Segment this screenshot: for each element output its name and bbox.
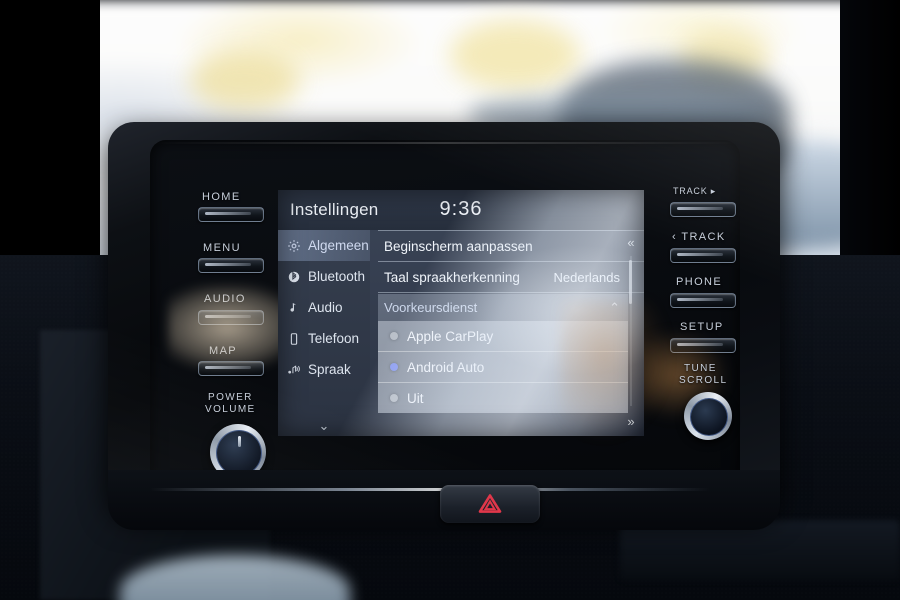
bezel-highlight: [152, 142, 738, 144]
sidebar-item-algemeen[interactable]: Algemeen: [278, 230, 370, 261]
infotainment-touchscreen[interactable]: Instellingen 9:36 Algemeen Bluetooth Aud…: [278, 190, 644, 436]
tune-scroll-label-line1: TUNE: [684, 363, 717, 374]
chrome-trim-strip: [150, 488, 710, 491]
track-back-button-label: ‹ TRACK: [672, 231, 726, 243]
sidebar-item-label: Algemeen: [308, 238, 369, 253]
voorkeursdienst-header[interactable]: Voorkeursdienst ⌃: [378, 294, 628, 321]
sidebar-item-spraak[interactable]: Spraak: [278, 354, 370, 385]
chevron-up-icon[interactable]: ⌃: [609, 300, 620, 316]
group-label: Voorkeursdienst: [384, 300, 478, 315]
background-blur-blob: [450, 20, 580, 90]
voice-icon: [287, 363, 301, 377]
scrollbar-thumb[interactable]: [629, 260, 632, 304]
sidebar-item-label: Audio: [308, 300, 343, 315]
phone-button[interactable]: [670, 293, 736, 308]
a-pillar-right: [840, 0, 900, 290]
track-back-button[interactable]: [670, 248, 736, 263]
option-label: Apple CarPlay: [407, 328, 494, 344]
map-button[interactable]: [198, 361, 264, 376]
voorkeursdienst-group: Voorkeursdienst ⌃ Apple CarPlay Android …: [378, 294, 628, 413]
knob-face: [690, 398, 728, 436]
track-forward-button[interactable]: [670, 202, 736, 217]
hazard-warning-button[interactable]: [440, 485, 540, 523]
scroll-down-icon[interactable]: »: [621, 415, 641, 428]
hazard-triangle-icon: [478, 494, 502, 513]
screen-header: Instellingen 9:36: [278, 190, 644, 230]
settings-list: Beginscherm aanpassen Taal spraakherkenn…: [370, 230, 644, 436]
sidebar-item-label: Spraak: [308, 362, 351, 377]
car-interior-photo: HOME MENU AUDIO MAP POWER VOLUME TRACK ▸…: [0, 0, 900, 600]
radio-dot: [390, 394, 398, 402]
background-blur-blob: [190, 50, 300, 110]
track-forward-button-label: TRACK ▸: [673, 186, 717, 196]
bluetooth-icon: [287, 270, 301, 284]
radio-dot: [390, 332, 398, 340]
setup-button[interactable]: [670, 338, 736, 353]
music-note-icon: [287, 301, 301, 315]
phone-icon: [287, 332, 301, 346]
screen-body: Algemeen Bluetooth Audio Telefoon Spraak…: [278, 230, 644, 436]
scroll-up-icon[interactable]: «: [621, 236, 641, 249]
setup-button-label: SETUP: [680, 321, 724, 333]
home-button[interactable]: [198, 207, 264, 222]
row-label: Beginscherm aanpassen: [384, 238, 533, 254]
settings-sidebar: Algemeen Bluetooth Audio Telefoon Spraak…: [278, 230, 370, 436]
knob-indicator-mark: [237, 436, 241, 447]
sidebar-item-telefoon[interactable]: Telefoon: [278, 323, 370, 354]
menu-button[interactable]: [198, 258, 264, 273]
tune-scroll-knob[interactable]: [684, 392, 732, 440]
gear-icon: [287, 239, 301, 253]
scroll-rail: « »: [621, 230, 641, 436]
option-apple-carplay[interactable]: Apple CarPlay: [378, 321, 628, 352]
list-item-beginscherm-aanpassen[interactable]: Beginscherm aanpassen: [378, 230, 644, 262]
option-uit[interactable]: Uit: [378, 383, 628, 413]
power-volume-label-line2: VOLUME: [205, 404, 256, 415]
audio-button[interactable]: [198, 310, 264, 325]
map-button-label: MAP: [209, 345, 238, 357]
sidebar-item-label: Telefoon: [308, 331, 360, 346]
tune-scroll-label-line2: SCROLL: [679, 375, 728, 386]
home-button-label: HOME: [202, 191, 241, 203]
row-value: Nederlands: [553, 269, 621, 285]
phone-button-label: PHONE: [676, 276, 723, 288]
power-volume-label-line1: POWER: [208, 392, 253, 403]
sidebar-more-chevron-down-icon[interactable]: ⌄: [278, 418, 370, 434]
radio-dot-selected: [390, 363, 398, 371]
list-item-taal-spraakherkenning[interactable]: Taal spraakherkenning Nederlands: [378, 262, 644, 293]
sidebar-item-bluetooth[interactable]: Bluetooth: [278, 261, 370, 292]
menu-button-label: MENU: [203, 242, 241, 254]
clock: 9:36: [439, 198, 483, 220]
sidebar-item-audio[interactable]: Audio: [278, 292, 370, 323]
row-label: Taal spraakherkenning: [384, 269, 520, 285]
sidebar-item-label: Bluetooth: [308, 269, 366, 284]
option-android-auto[interactable]: Android Auto: [378, 352, 628, 383]
audio-button-label: AUDIO: [204, 293, 246, 305]
option-label: Android Auto: [407, 359, 485, 375]
option-label: Uit: [407, 390, 424, 406]
